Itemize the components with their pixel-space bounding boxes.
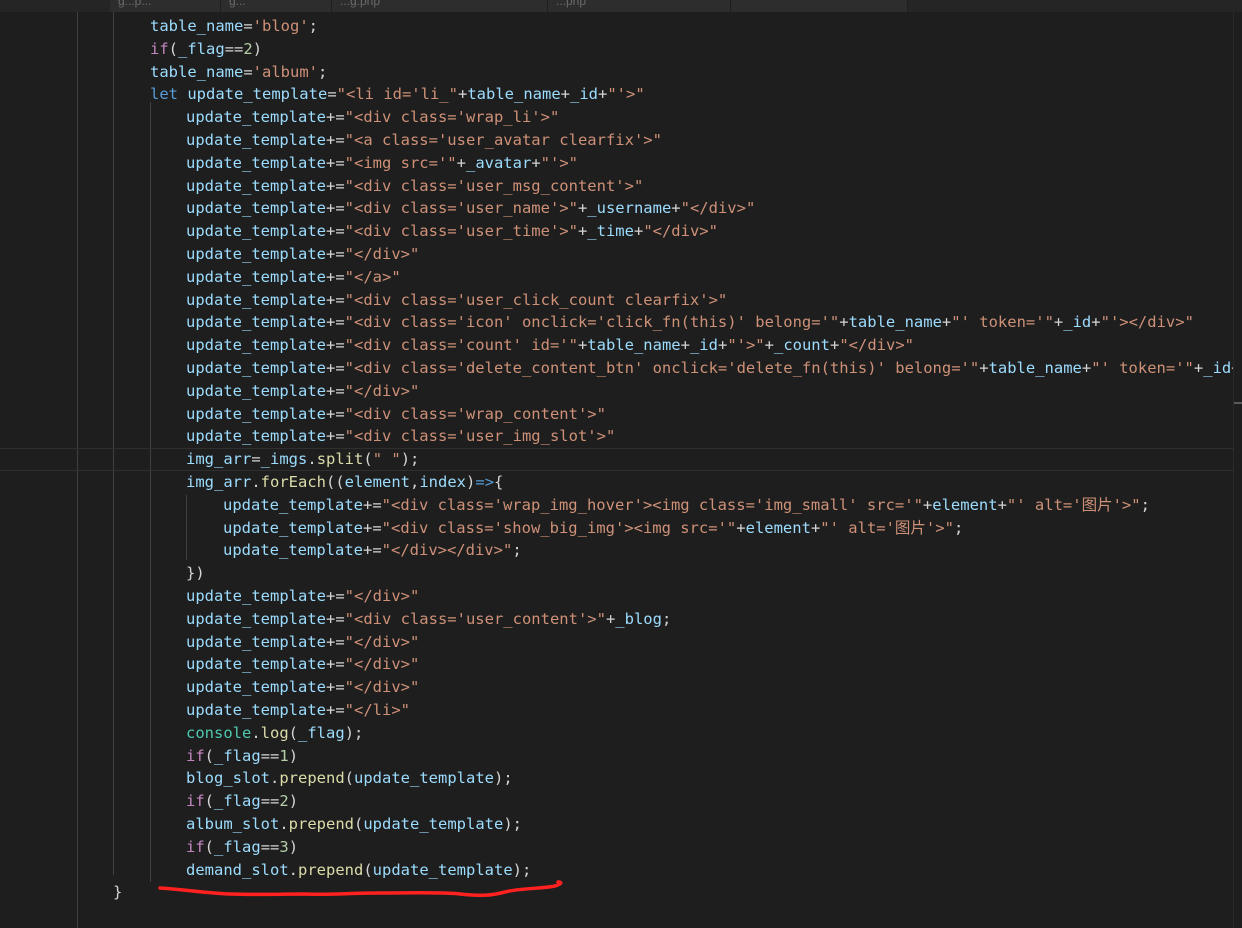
red-underline-annotation [158, 880, 563, 898]
